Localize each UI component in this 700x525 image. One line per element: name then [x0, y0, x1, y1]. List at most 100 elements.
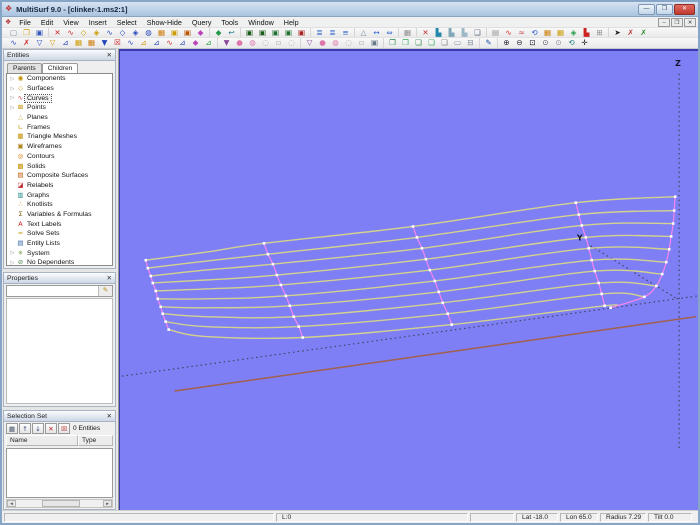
menu-item-query[interactable]: Query [187, 17, 217, 28]
tree-item-planes[interactable]: △ Planes [7, 113, 112, 123]
show-points-icon[interactable]: ◌ [342, 38, 355, 48]
menu-item-view[interactable]: View [58, 17, 83, 28]
save-file-icon[interactable]: ▣ [33, 28, 46, 37]
selection-set-close-icon[interactable]: ✕ [107, 412, 112, 421]
tile-views-icon[interactable]: ❏ [425, 38, 438, 48]
3d-viewport[interactable]: XYZ [119, 49, 698, 510]
show-filter-icon[interactable]: ▽ [303, 38, 316, 48]
column-header-name[interactable]: Name [6, 435, 78, 446]
expander-icon[interactable]: ▷ [9, 86, 16, 92]
menu-item-edit[interactable]: Edit [36, 17, 58, 28]
hide-curves-icon[interactable]: ▫ [272, 38, 285, 48]
properties-edit-button[interactable]: ✎ [98, 286, 112, 296]
tab-parents[interactable]: Parents [7, 63, 42, 73]
show-selected-icon[interactable]: ● [316, 38, 329, 48]
tree-item-composite-surfaces[interactable]: ▤ Composite Surfaces [7, 171, 112, 181]
mesh-tool-icon[interactable]: ▦ [155, 28, 168, 37]
zoom-in-icon[interactable]: ⊕ [500, 38, 513, 48]
relabel-tool-icon[interactable]: ⊿ [176, 38, 189, 48]
menu-item-insert[interactable]: Insert [84, 17, 112, 28]
measure-icon[interactable]: △ [357, 28, 370, 37]
solid-tool-icon[interactable]: ◆ [194, 28, 207, 37]
zoom-out-icon[interactable]: ⊖ [513, 38, 526, 48]
tree-item-components[interactable]: ▷ ◉ Components [7, 74, 112, 84]
surface-tool-2-icon[interactable]: ◈ [90, 28, 103, 37]
hide-surfaces-icon[interactable]: ◌ [285, 38, 298, 48]
stability-icon[interactable]: ▙ [445, 28, 458, 37]
maximize-button[interactable]: ❐ [656, 3, 673, 15]
foil-tool-icon[interactable]: ⊿ [150, 38, 163, 48]
selection-hscrollbar[interactable]: ◂ ▸ [6, 499, 113, 508]
select-cursor-icon[interactable]: ➤ [611, 28, 624, 37]
deselect-icon[interactable]: ✗ [624, 28, 637, 37]
select-all-icon[interactable]: ✗ [637, 28, 650, 37]
frame-tool-icon[interactable]: ▣ [181, 28, 194, 37]
open-file-icon[interactable]: ❐ [20, 28, 33, 37]
tree-item-relabels[interactable]: ◪ Relabels [7, 181, 112, 191]
expander-icon[interactable]: ▷ [9, 250, 16, 256]
tree-item-system[interactable]: ▷ ✳ System [7, 248, 112, 258]
merge-views-icon[interactable]: ⊟ [464, 38, 477, 48]
weights-icon[interactable]: ▙ [458, 28, 471, 37]
clear-marks-icon[interactable]: ✕ [419, 28, 432, 37]
remove-button[interactable]: ✕ [45, 423, 57, 434]
delete-tool-icon[interactable]: ☒ [111, 38, 124, 48]
copy-view-icon[interactable]: ❐ [386, 38, 399, 48]
curve-tool-icon[interactable]: ∿ [64, 28, 77, 37]
ccurve-tool-icon[interactable]: ⊿ [137, 38, 150, 48]
distance-icon[interactable]: ↔ [370, 28, 383, 37]
tree-item-entity-lists[interactable]: ▤ Entity Lists [7, 239, 112, 249]
edit-table-icon[interactable]: ⊞ [593, 28, 606, 37]
remove-cpoint-icon[interactable]: ✗ [20, 38, 33, 48]
snake-tool-icon[interactable]: ∿ [103, 28, 116, 37]
tree-item-variables-formulas[interactable]: Σ Variables & Formulas [7, 210, 112, 220]
move-up-button[interactable]: ↑ [19, 423, 31, 434]
bead-tool-icon[interactable]: ◈ [129, 28, 142, 37]
plane-tool-icon[interactable]: ▣ [168, 28, 181, 37]
helix-tool-icon[interactable]: ∿ [163, 38, 176, 48]
drag-point-icon[interactable]: ▽ [33, 38, 46, 48]
knot-tool-icon[interactable]: ⊿ [202, 38, 215, 48]
menu-item-select[interactable]: Select [112, 17, 142, 28]
tree-item-contours[interactable]: ◎ Contours [7, 152, 112, 162]
fair-curve-icon[interactable]: ≈ [515, 28, 528, 37]
view-profile-icon[interactable]: ▣ [269, 28, 282, 37]
zoom-previous-icon[interactable]: ⊙ [552, 38, 565, 48]
edit-grid-icon[interactable]: ▦ [554, 28, 567, 37]
view-wireframe-icon[interactable]: ▣ [243, 28, 256, 37]
mdi-restore-button[interactable]: ❐ [671, 17, 683, 27]
menu-item-tools[interactable]: Tools [216, 17, 243, 28]
remove-all-button[interactable]: ☒ [58, 423, 70, 434]
tree-item-no-dependents[interactable]: ▷ ⊘ No Dependents [7, 258, 112, 265]
undo-icon[interactable]: ↩ [225, 28, 238, 37]
move-down-button[interactable]: ↓ [32, 423, 44, 434]
annotate-pen-icon[interactable]: ✎ [482, 38, 495, 48]
hydrostatics-icon[interactable]: ▙ [432, 28, 445, 37]
mdi-close-button[interactable]: ✕ [684, 17, 696, 27]
pan-view-icon[interactable]: ✛ [578, 38, 591, 48]
close-button[interactable]: ✕ [674, 3, 695, 15]
tree-item-solve-sets[interactable]: = Solve Sets [7, 229, 112, 239]
contour-tool-icon[interactable]: ◆ [189, 38, 202, 48]
mdi-minimize-button[interactable]: – [658, 17, 670, 27]
bcurve-tool-icon[interactable]: ∿ [124, 38, 137, 48]
tree-item-knotlists[interactable]: ∴ Knotlists [7, 200, 112, 210]
properties-name-input[interactable] [7, 286, 98, 296]
new-view-icon[interactable]: ❏ [412, 38, 425, 48]
divide-3-icon[interactable]: ≡ [339, 28, 352, 37]
arc-tool-icon[interactable]: ▼ [98, 38, 111, 48]
hide-filter-icon[interactable]: ▼ [220, 38, 233, 48]
zoom-fit-icon[interactable]: ⊙ [539, 38, 552, 48]
tree-item-wireframes[interactable]: ▣ Wireframes [7, 142, 112, 152]
ring-tool-icon[interactable]: ◍ [142, 28, 155, 37]
scroll-right-icon[interactable]: ▸ [103, 500, 112, 507]
hide-points-icon[interactable]: ◌ [259, 38, 272, 48]
view-plan-icon[interactable]: ▣ [282, 28, 295, 37]
entity-list-icon[interactable]: ▤ [489, 28, 502, 37]
tree-item-curves[interactable]: ▷ ∿ Curves [7, 93, 112, 103]
edit-hydro-icon[interactable]: ▙ [580, 28, 593, 37]
minimize-button[interactable]: — [638, 3, 655, 15]
hide-unselected-icon[interactable]: ◍ [246, 38, 259, 48]
new-file-icon[interactable]: ▢ [7, 28, 20, 37]
project-point-icon[interactable]: ⊿ [59, 38, 72, 48]
